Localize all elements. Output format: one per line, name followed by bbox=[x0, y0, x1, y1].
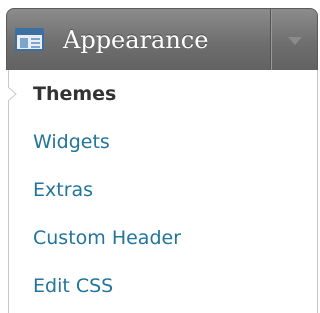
submenu-item-custom-header[interactable]: Custom Header bbox=[9, 214, 317, 262]
chevron-down-icon bbox=[288, 37, 302, 45]
submenu-item-edit-css[interactable]: Edit CSS bbox=[9, 262, 317, 310]
submenu-item-extras[interactable]: Extras bbox=[9, 166, 317, 214]
submenu-item-label: Extras bbox=[33, 179, 94, 201]
submenu-item-label: Widgets bbox=[33, 131, 110, 153]
submenu-item-label: Themes bbox=[33, 83, 117, 105]
submenu-item-label: Edit CSS bbox=[33, 275, 114, 297]
menu-header-appearance[interactable]: Appearance bbox=[6, 8, 318, 71]
appearance-menu: Appearance Themes Widgets Extras Custom … bbox=[0, 0, 318, 313]
current-item-marker-icon bbox=[8, 87, 17, 101]
submenu-item-label: Custom Header bbox=[33, 227, 182, 249]
appearance-submenu: Themes Widgets Extras Custom Header Edit… bbox=[8, 70, 318, 313]
submenu-item-widgets[interactable]: Widgets bbox=[9, 118, 317, 166]
submenu-item-themes[interactable]: Themes bbox=[8, 70, 317, 118]
menu-header-title[interactable]: Appearance bbox=[63, 22, 208, 58]
menu-toggle-button[interactable] bbox=[272, 9, 318, 71]
appearance-icon bbox=[15, 28, 44, 51]
